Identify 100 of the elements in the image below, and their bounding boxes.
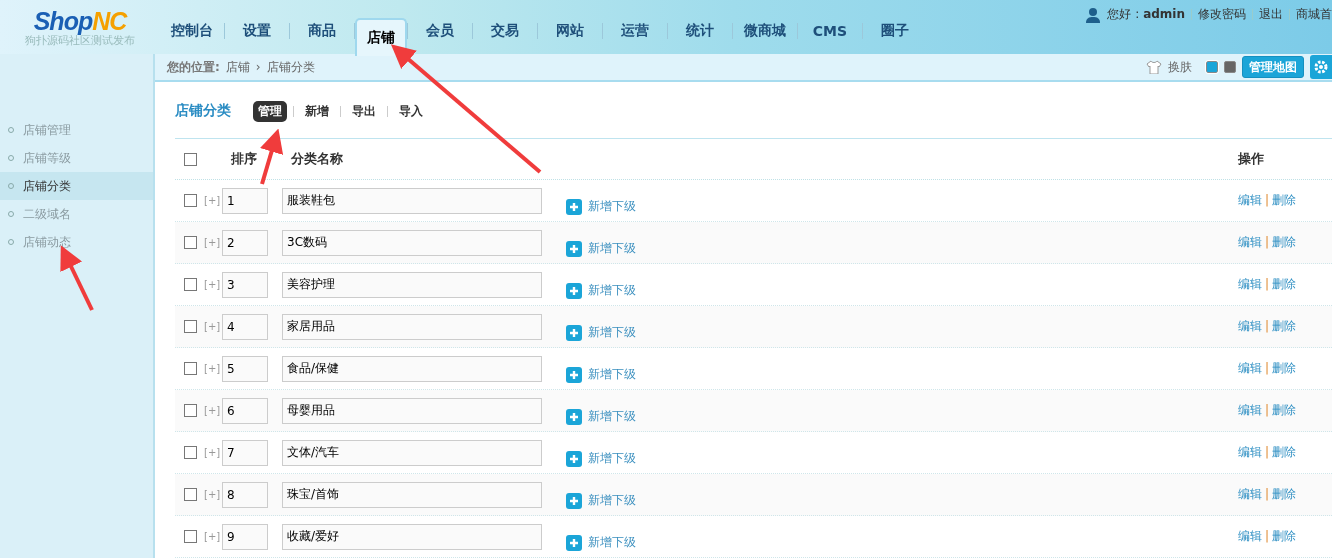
delete-link[interactable]: 删除	[1272, 235, 1297, 249]
delete-link[interactable]: 删除	[1272, 277, 1297, 291]
add-child-link[interactable]: 新增下级	[566, 408, 636, 425]
sub-tab[interactable]: 管理	[253, 100, 287, 122]
name-field[interactable]: 珠宝/首饰	[282, 481, 542, 508]
edit-link[interactable]: 编辑	[1238, 277, 1262, 291]
name-field[interactable]: 食品/保健	[282, 355, 542, 382]
delete-link[interactable]: 删除	[1272, 319, 1297, 333]
edit-link[interactable]: 编辑	[1238, 319, 1262, 333]
name-field[interactable]: 家居用品	[282, 313, 542, 340]
manage-map-button[interactable]: 管理地图	[1242, 56, 1304, 78]
annotation-arrow	[260, 128, 284, 185]
row-checkbox[interactable]	[184, 530, 197, 543]
expand-toggle[interactable]: [+]	[204, 531, 222, 542]
add-child-link[interactable]: 新增下级	[566, 282, 636, 299]
edit-link[interactable]: 编辑	[1238, 529, 1262, 543]
column-header: 分类名称	[291, 150, 343, 168]
nav-tab[interactable]: 运营	[603, 16, 667, 46]
name-field[interactable]: 文体/汽车	[282, 439, 542, 466]
edit-link[interactable]: 编辑	[1238, 487, 1262, 501]
name-field[interactable]: 收藏/爱好	[282, 523, 542, 550]
shirt-icon[interactable]	[1146, 60, 1162, 74]
name-field[interactable]: 母婴用品	[282, 397, 542, 424]
nav-tab[interactable]: 微商城	[733, 16, 797, 46]
breadcrumb-item[interactable]: 店铺分类	[266, 58, 315, 76]
action-separator: |	[1265, 445, 1270, 459]
skin-swatch[interactable]	[1224, 61, 1236, 73]
name-field[interactable]: 美容护理	[282, 271, 542, 298]
nav-tab[interactable]: 控制台	[160, 16, 224, 46]
expand-toggle[interactable]: [+]	[204, 279, 222, 290]
delete-link[interactable]: 删除	[1272, 361, 1297, 375]
sub-tab[interactable]: 导入	[394, 100, 428, 122]
settings-button[interactable]	[1310, 55, 1332, 79]
sort-field[interactable]: 2	[222, 229, 268, 256]
add-child-link[interactable]: 新增下级	[566, 534, 636, 551]
add-child-link[interactable]: 新增下级	[566, 450, 636, 467]
row-checkbox[interactable]	[184, 362, 197, 375]
expand-toggle[interactable]: [+]	[204, 321, 222, 332]
sort-field[interactable]: 4	[222, 313, 268, 340]
delete-link[interactable]: 删除	[1272, 529, 1297, 543]
row-checkbox[interactable]	[184, 320, 197, 333]
expand-toggle[interactable]: [+]	[204, 489, 222, 500]
column-header: 操作	[1238, 150, 1265, 168]
name-field[interactable]: 服装鞋包	[282, 187, 542, 214]
nav-tab[interactable]: 会员	[408, 16, 472, 46]
sort-field[interactable]: 1	[222, 187, 268, 214]
nav-tab[interactable]: 店铺	[355, 18, 407, 56]
nav-tab[interactable]: 统计	[668, 16, 732, 46]
expand-toggle[interactable]: [+]	[204, 237, 222, 248]
sort-field[interactable]: 8	[222, 481, 268, 508]
row-checkbox[interactable]	[184, 404, 197, 417]
edit-link[interactable]: 编辑	[1238, 361, 1262, 375]
nav-tab[interactable]: 设置	[225, 16, 289, 46]
sub-tab[interactable]: 新增	[300, 100, 334, 122]
expand-toggle[interactable]: [+]	[204, 363, 222, 374]
add-child-link[interactable]: 新增下级	[566, 492, 636, 509]
sort-field[interactable]: 5	[222, 355, 268, 382]
sidebar-item[interactable]: 二级域名	[0, 200, 153, 228]
sort-field[interactable]: 9	[222, 523, 268, 550]
delete-link[interactable]: 删除	[1272, 403, 1297, 417]
row-checkbox[interactable]	[184, 236, 197, 249]
row-checkbox[interactable]	[184, 194, 197, 207]
breadcrumb-separator: ›	[255, 60, 261, 74]
sort-field[interactable]: 6	[222, 397, 268, 424]
sort-field[interactable]: 7	[222, 439, 268, 466]
delete-link[interactable]: 删除	[1272, 193, 1297, 207]
add-child-link[interactable]: 新增下级	[566, 198, 636, 215]
edit-link[interactable]: 编辑	[1238, 235, 1262, 249]
row-checkbox[interactable]	[184, 278, 197, 291]
sidebar-item[interactable]: 店铺管理	[0, 116, 153, 144]
nav-tab[interactable]: 圈子	[863, 16, 927, 46]
row-checkbox[interactable]	[184, 488, 197, 501]
nav-tab[interactable]: 网站	[538, 16, 602, 46]
nav-tab[interactable]: 交易	[473, 16, 537, 46]
nav-tab[interactable]: 商品	[290, 16, 354, 46]
delete-link[interactable]: 删除	[1272, 445, 1297, 459]
row-checkbox[interactable]	[184, 446, 197, 459]
expand-toggle[interactable]: [+]	[204, 405, 222, 416]
sub-tab[interactable]: 导出	[347, 100, 381, 122]
select-all-checkbox[interactable]	[184, 152, 197, 166]
name-field[interactable]: 3C数码	[282, 229, 542, 256]
breadcrumb-item[interactable]: 店铺	[225, 58, 250, 76]
sort-field[interactable]: 3	[222, 271, 268, 298]
add-child-link[interactable]: 新增下级	[566, 324, 636, 341]
header-link[interactable]: 修改密码	[1198, 6, 1246, 23]
edit-link[interactable]: 编辑	[1238, 445, 1262, 459]
header-link[interactable]: 商城首	[1296, 6, 1332, 23]
edit-link[interactable]: 编辑	[1238, 193, 1262, 207]
expand-toggle[interactable]: [+]	[204, 195, 222, 206]
add-child-link[interactable]: 新增下级	[566, 240, 636, 257]
edit-link[interactable]: 编辑	[1238, 403, 1262, 417]
sidebar-item[interactable]: 店铺动态	[0, 228, 153, 256]
delete-link[interactable]: 删除	[1272, 487, 1297, 501]
header-link[interactable]: 退出	[1259, 6, 1283, 23]
sidebar-item[interactable]: 店铺等级	[0, 144, 153, 172]
add-child-link[interactable]: 新增下级	[566, 366, 636, 383]
expand-toggle[interactable]: [+]	[204, 447, 222, 458]
sidebar-item[interactable]: 店铺分类	[0, 172, 153, 200]
skin-swatch[interactable]	[1206, 61, 1218, 73]
nav-tab[interactable]: CMS	[798, 16, 862, 46]
